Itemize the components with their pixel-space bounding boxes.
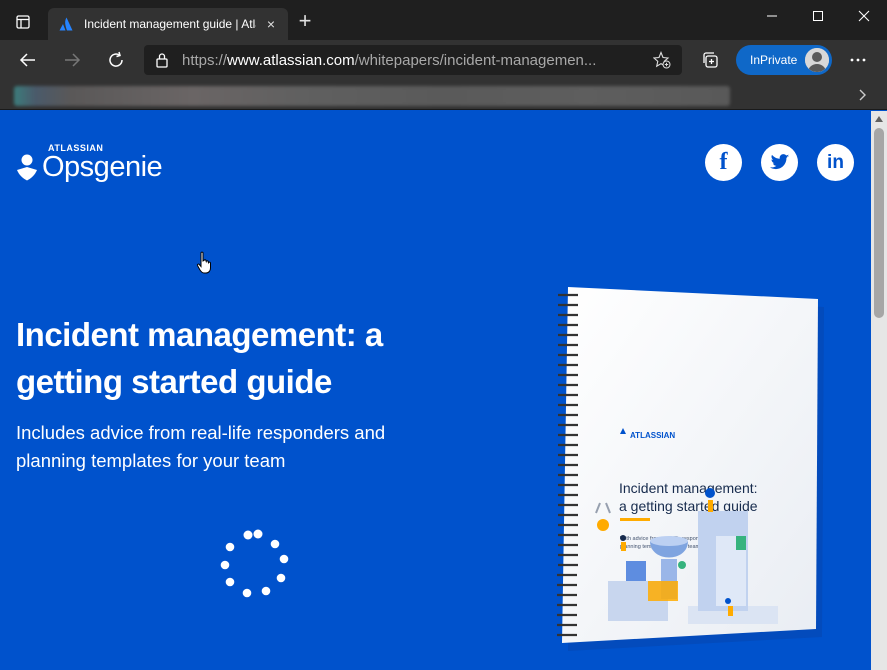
maximize-icon[interactable]	[795, 0, 841, 32]
twitter-bird-icon	[769, 154, 789, 170]
book-title-line-1: Incident management:	[619, 480, 758, 496]
twitter-icon[interactable]	[761, 144, 798, 181]
new-tab-button[interactable]: +	[293, 10, 317, 34]
chevron-right-icon[interactable]	[853, 86, 871, 104]
refresh-icon[interactable]	[102, 46, 130, 74]
url-scheme: https://	[182, 51, 228, 69]
more-dots-icon[interactable]	[844, 46, 872, 74]
inprivate-button[interactable]: InPrivate	[736, 45, 832, 75]
back-arrow-icon[interactable]	[14, 46, 42, 74]
scrollbar-thumb[interactable]	[874, 128, 884, 318]
loading-spinner-icon	[220, 529, 289, 598]
favorites-bar	[0, 80, 887, 110]
collections-icon[interactable]	[696, 46, 724, 74]
scroll-up-arrow-icon[interactable]	[871, 111, 887, 127]
page-subtitle-line-1: Includes advice from real-life responder…	[16, 422, 386, 443]
forward-arrow-icon[interactable]	[58, 46, 86, 74]
atlassian-favicon-icon	[59, 17, 73, 31]
page-title-line-1: Incident management: a	[16, 316, 383, 353]
tab-title: Incident management guide | Atlassian	[84, 17, 256, 31]
address-bar[interactable]: https://www.atlassian.com/whitepapers/in…	[144, 45, 682, 75]
url-text[interactable]: https://www.atlassian.com/whitepapers/in…	[182, 52, 644, 69]
linkedin-glyph: in	[827, 151, 844, 173]
book-brand: ATLASSIAN	[630, 431, 675, 440]
active-tab[interactable]: Incident management guide | Atlassian ×	[48, 8, 288, 40]
page-subtitle: Includes advice from real-life responder…	[16, 419, 446, 475]
lock-icon[interactable]	[154, 52, 170, 68]
avatar	[805, 48, 829, 72]
facebook-icon[interactable]: f	[705, 144, 742, 181]
hand-pointer-cursor-icon	[196, 251, 211, 274]
inprivate-label: InPrivate	[750, 53, 798, 67]
add-favorite-star-icon[interactable]	[652, 50, 672, 70]
page-content: ATLASSIAN Opsgenie f in Incident managem…	[0, 111, 871, 670]
url-path: /whitepapers/incident-managemen...	[354, 51, 597, 69]
facebook-glyph: f	[719, 149, 728, 175]
favorites-items-blurred[interactable]	[14, 86, 730, 106]
guide-book-cover[interactable]: ATLASSIAN Incident management: a getting…	[548, 281, 828, 651]
page-title: Incident management: a getting started g…	[16, 311, 456, 405]
linkedin-icon[interactable]: in	[817, 144, 854, 181]
tab-actions-icon[interactable]	[8, 10, 38, 34]
tab-close-button[interactable]: ×	[264, 16, 278, 32]
vertical-scrollbar[interactable]	[871, 111, 887, 670]
tab-strip: Incident management guide | Atlassian × …	[0, 0, 887, 40]
spiral-binding	[557, 293, 578, 637]
window-close-icon[interactable]	[841, 0, 887, 32]
page-title-line-2: getting started guide	[16, 363, 332, 400]
minimize-icon[interactable]	[749, 0, 795, 32]
page-subtitle-line-2: planning templates for your team	[16, 450, 286, 471]
opsgenie-logo[interactable]: ATLASSIAN Opsgenie	[16, 141, 186, 185]
url-host: www.atlassian.com	[227, 51, 355, 69]
opsgenie-mark-icon	[17, 154, 37, 181]
browser-window: Incident management guide | Atlassian × …	[0, 0, 887, 670]
logo-product-text: Opsgenie	[42, 151, 163, 183]
